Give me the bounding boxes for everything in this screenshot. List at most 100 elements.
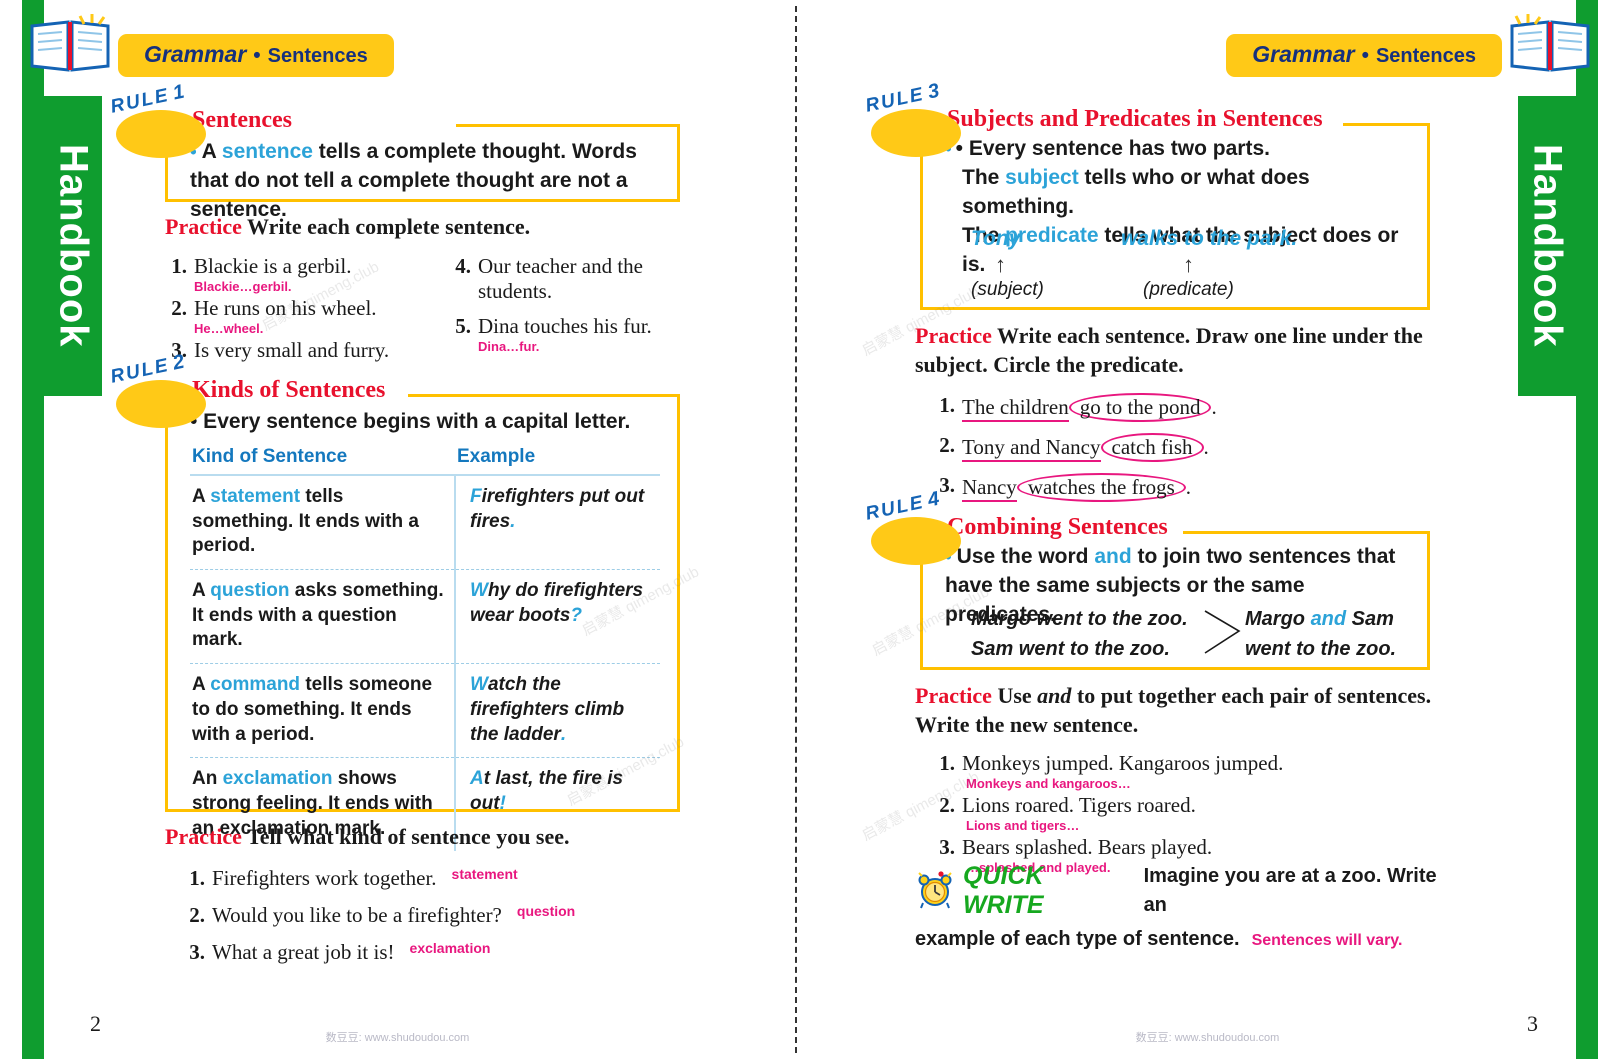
alarm-clock-icon: [915, 869, 955, 914]
rule-1-bullet: • A sentence tells a complete thought. Wo…: [190, 138, 660, 225]
list-item: 4. Our teacher and the students.: [449, 254, 679, 304]
rule-3-line-1: •• Every sentence has two parts.: [945, 135, 1415, 164]
kind-keyword: command: [210, 674, 301, 696]
example-mark: ?: [570, 604, 582, 626]
item-number: 3.: [939, 835, 955, 860]
rule-2-bullet: • Every sentence begins with a capital l…: [190, 408, 660, 437]
item-number: 2.: [939, 433, 955, 458]
item-number: 5.: [455, 313, 471, 338]
left-page: Handbook Grammar • Sentences RULE1 Sente…: [0, 0, 795, 1059]
table-row: A command tells someone to do something.…: [190, 663, 660, 759]
item-number: 3.: [189, 939, 205, 964]
green-edge-bar-right: [1576, 0, 1598, 1059]
practice-1-heading: Practice Write each complete sentence.: [165, 213, 685, 242]
banner-topic-left: Sentences: [267, 45, 368, 67]
practice-3-instruction: Write each sentence. Draw one line under…: [915, 323, 1423, 377]
item-text: Monkeys jumped. Kangaroos jumped.: [962, 751, 1284, 776]
item-answer: Lions and tigers…: [966, 818, 1080, 834]
practice-4-list: 1. Monkeys jumped. Kangaroos jumped. Mon…: [915, 751, 1455, 875]
kind-pre: A: [192, 674, 211, 696]
diagram-subject-label: (subject): [971, 279, 1044, 300]
subject-underlined: The children: [962, 395, 1069, 423]
subject-predicate-diagram: Tony walks to the park. ↑ ↑ (subject) (p…: [971, 227, 1391, 301]
item-answer: Dina…fur.: [478, 338, 540, 354]
banner-subject-right: Grammar: [1252, 41, 1355, 67]
diagram-arrow-row: ↑ ↑: [971, 252, 1391, 278]
kind-keyword: exclamation: [222, 768, 333, 790]
item-text: Blackie is a gerbil.: [194, 253, 352, 278]
practice-2: Practice Tell what kind of sentence you …: [165, 823, 685, 967]
open-book-icon-right: [1508, 14, 1592, 76]
item-number: 1.: [939, 751, 955, 776]
diagram-predicate-label: (predicate): [1143, 279, 1234, 300]
practice-3-label: Practice: [915, 323, 992, 348]
handbook-tab-label-left: Handbook: [51, 144, 96, 348]
result-keyword: and: [1310, 608, 1347, 630]
rule-2-top-line: [408, 394, 677, 397]
item-text: Dina touches his fur.: [478, 313, 652, 338]
item-annotated: The children go to the pond.: [962, 393, 1217, 423]
item-annotated: Nancy watches the frogs.: [962, 473, 1191, 503]
example-mark: .: [510, 510, 516, 532]
column-header-kind: Kind of Sentence: [190, 444, 455, 476]
right-page: Handbook Grammar • Sentences RULE3 Subje…: [795, 0, 1620, 1059]
rule-2-bullet-text: • Every sentence begins with a capital l…: [190, 410, 631, 433]
predicate-arrow-icon: ↑: [1183, 252, 1194, 277]
banner-subject-left: Grammar: [144, 41, 247, 67]
example-body: hy do firefighters wear boots: [470, 580, 644, 626]
list-item: 1. Blackie is a gerbil. Blackie…gerbil.: [165, 254, 427, 294]
example-capital: F: [470, 486, 482, 507]
rule-1-badge: RULE1: [108, 80, 212, 162]
rule-1-box: Sentences • A sentence tells a complete t…: [165, 107, 680, 221]
quick-write-text-line-1: Imagine you are at a zoo. Write an: [1143, 865, 1437, 916]
line-2-keyword: subject: [1005, 165, 1079, 189]
rule-4-ellipse: [871, 517, 961, 565]
practice-2-list: 1. Firefighters work together. statement…: [165, 866, 685, 965]
combining-result-2: went to the zoo.: [1245, 638, 1397, 660]
item-wrap: He runs on his wheel. He…wheel.: [194, 296, 377, 336]
practice-1-label: Practice: [165, 214, 242, 239]
line-2-pre: The: [962, 165, 1006, 189]
cell-kind: A statement tells something. It ends wit…: [190, 475, 455, 571]
rule-3-top-line: [1343, 123, 1427, 126]
rule-4-top-line: [1183, 531, 1427, 534]
item-annotated: Tony and Nancy catch fish.: [962, 433, 1209, 463]
item-number: 2.: [939, 793, 955, 818]
rule-1-badge-number: 1: [170, 80, 189, 105]
list-item: 2. Would you like to be a firefighter? q…: [183, 903, 685, 928]
practice-3-list: 1. The children go to the pond. 2. Tony a…: [915, 393, 1455, 503]
predicate-circled: go to the pond: [1068, 393, 1212, 423]
rule-2-ellipse: [116, 380, 206, 428]
rule-4-badge: RULE4: [863, 487, 967, 569]
diagram-subject-word: Tony: [971, 227, 1021, 250]
page-edge-white-left: [0, 0, 22, 1059]
banner-dot-left: •: [253, 44, 261, 67]
practice-4-label: Practice: [915, 683, 992, 708]
example-body: t last, the fire is out: [470, 768, 624, 814]
kind-keyword: statement: [210, 486, 301, 507]
item-text: What a great job it is!: [212, 939, 395, 964]
cell-example: Why do firefighters wear boots?: [454, 569, 660, 665]
item-answer: exclamation: [409, 939, 491, 956]
item-text: Bears splashed. Bears played.: [962, 835, 1213, 860]
practice-1: Practice Write each complete sentence. 1…: [165, 213, 685, 365]
example-mark: !: [499, 792, 506, 814]
subject-underlined: Nancy: [962, 475, 1017, 503]
item-number: 1.: [939, 393, 955, 418]
result-pre: Margo: [1245, 608, 1311, 630]
quick-write-line-2: example of each type of sentence. Senten…: [915, 925, 1455, 954]
column-header-example: Example: [455, 444, 660, 476]
item-text: He runs on his wheel.: [194, 295, 377, 320]
cell-kind: A question asks something. It ends with …: [190, 569, 455, 665]
rule-1-keyword: sentence: [221, 140, 313, 163]
workbook-spread: Handbook Grammar • Sentences RULE1 Sente…: [0, 0, 1620, 1059]
quick-write-line-1: QUICK WRITE Imagine you are at a zoo. Wr…: [915, 862, 1455, 920]
rule-4-title: Combining Sentences: [947, 514, 1168, 540]
result-post: Sam: [1346, 608, 1394, 630]
item-answer: Blackie…gerbil.: [194, 278, 292, 294]
kind-pre: A: [192, 580, 211, 602]
list-item: 5. Dina touches his fur. Dina…fur.: [449, 314, 679, 354]
list-item: 2. He runs on his wheel. He…wheel.: [165, 296, 427, 336]
rule-3-box: Subjects and Predicates in Sentences •• …: [920, 106, 1430, 310]
subject-underlined: Tony and Nancy: [962, 435, 1101, 463]
